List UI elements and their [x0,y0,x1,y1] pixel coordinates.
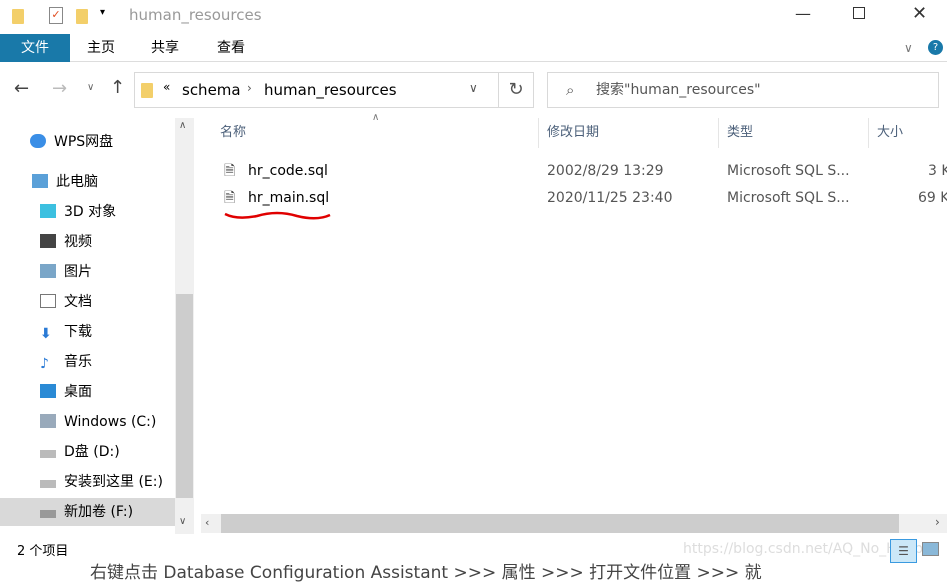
file-size: 69 K [918,190,947,206]
cube-icon [40,204,56,218]
title-bar: ✓ ▾ human_resources — ✕ [0,0,947,32]
tab-view[interactable]: 查看 [217,34,245,62]
column-size[interactable]: 大小 [877,122,903,144]
maximize-button[interactable] [853,7,865,19]
film-icon [40,234,56,248]
cloud-icon [30,134,46,148]
search-input[interactable]: ⌕ 搜索"human_resources" [547,72,939,108]
column-date[interactable]: 修改日期 [547,122,599,144]
sidebar-item-label: 音乐 [64,354,92,370]
file-type: Microsoft SQL S... [727,163,850,179]
sidebar-item-label: 安装到这里 (E:) [64,474,163,490]
sidebar-item-drive-f[interactable]: 新加卷 (F:) [0,498,175,526]
back-button[interactable]: ← [14,78,29,99]
column-name[interactable]: 名称 [220,122,538,144]
large-icons-view-button[interactable] [922,542,939,556]
background-text: 右键点击 Database Configuration Assistant >>… [90,563,762,583]
sidebar-item-label: Windows (C:) [64,414,157,430]
sidebar-item-3d[interactable]: 3D 对象 [40,198,116,226]
breadcrumb-overflow[interactable]: « [163,80,170,94]
computer-icon [32,174,48,188]
sidebar-item-label: D盘 (D:) [64,444,120,460]
close-button[interactable]: ✕ [912,3,927,24]
sidebar-item-label: 3D 对象 [64,204,117,220]
sidebar-item-label: WPS网盘 [54,134,114,150]
breadcrumb-schema[interactable]: schema [182,81,241,99]
sidebar-item-label: 文档 [64,294,92,310]
details-view-button[interactable]: ☰ [890,539,917,563]
refresh-button[interactable]: ↻ [498,72,534,108]
sidebar-item-label: 新加卷 (F:) [64,504,134,520]
help-icon[interactable]: ? [928,40,943,55]
red-underline-annotation [224,211,331,220]
music-icon: ♪ [40,356,49,372]
sidebar-item-drive-d[interactable]: D盘 (D:) [40,438,120,466]
address-dropdown-icon[interactable]: ∨ [469,81,478,95]
column-type[interactable]: 类型 [727,122,753,144]
customize-toolbar-icon[interactable]: ▾ [100,7,105,18]
minimize-button[interactable]: — [795,4,811,23]
sidebar-item-drive-c[interactable]: Windows (C:) [40,408,156,436]
tab-share[interactable]: 共享 [151,34,179,62]
picture-icon [40,264,56,278]
horizontal-scrollbar-thumb[interactable] [221,514,899,533]
file-date: 2020/11/25 23:40 [547,190,673,206]
item-count: 2 个项目 [17,544,69,559]
sidebar-item-pictures[interactable]: 图片 [40,258,92,286]
search-placeholder: 搜索"human_resources" [596,82,761,98]
expand-ribbon-icon[interactable]: ∨ [904,34,913,62]
drive-icon [40,510,56,518]
properties-icon[interactable]: ✓ [49,7,63,24]
sidebar-item-wps[interactable]: WPS网盘 [30,128,113,156]
document-icon [40,294,56,308]
desktop-icon [40,384,56,398]
sidebar-scrollbar-thumb[interactable] [176,294,193,498]
search-icon: ⌕ [566,81,575,99]
sidebar-item-downloads[interactable]: ⬇ 下载 [40,318,92,346]
up-button[interactable]: ↑ [110,77,125,98]
forward-button[interactable]: → [52,78,67,99]
tab-home[interactable]: 主页 [87,34,115,62]
file-date: 2002/8/29 13:29 [547,163,664,179]
drive-icon [40,450,56,458]
address-bar[interactable]: « schema › human_resources ∨ [134,72,534,108]
breadcrumb-human-resources[interactable]: human_resources [264,81,397,99]
sidebar-item-label: 视频 [64,234,92,250]
sidebar-item-label: 桌面 [64,384,92,400]
drive-icon [40,414,56,428]
folder-icon [12,9,24,24]
tab-file[interactable]: 文件 [0,34,70,62]
sidebar-item-drive-e[interactable]: 安装到这里 (E:) [40,468,163,496]
recent-locations-icon[interactable]: ∨ [87,82,94,93]
folder-icon [141,83,153,98]
ribbon: 文件 主页 共享 查看 ∨ ? [0,34,947,62]
download-icon: ⬇ [40,326,52,342]
file-size: 3 K [928,163,947,179]
sidebar: WPS网盘 此电脑 3D 对象 视频 图片 文档 ⬇ 下载 ♪ 音乐 桌面 Wind… [0,118,195,534]
chevron-right-icon: › [247,81,252,95]
file-name: hr_code.sql [248,163,328,179]
sql-file-icon: 🗎 [224,163,236,179]
sidebar-item-videos[interactable]: 视频 [40,228,92,256]
sidebar-item-desktop[interactable]: 桌面 [40,378,92,406]
sidebar-item-this-pc[interactable]: 此电脑 [32,168,98,196]
file-type: Microsoft SQL S... [727,190,850,206]
new-folder-icon[interactable] [76,9,88,24]
sidebar-item-label: 此电脑 [56,174,98,190]
status-bar: 2 个项目 右键点击 Database Configuration Assist… [0,534,947,583]
sidebar-item-label: 图片 [64,264,92,280]
window-title: human_resources [129,6,262,24]
sidebar-item-music[interactable]: ♪ 音乐 [40,348,92,376]
file-row[interactable]: 🗎 hr_code.sql 2002/8/29 13:29 Microsoft … [220,158,947,184]
horizontal-scrollbar[interactable]: ‹ › [201,514,947,533]
sidebar-item-documents[interactable]: 文档 [40,288,92,316]
sidebar-item-label: 下载 [64,324,92,340]
drive-icon [40,480,56,488]
